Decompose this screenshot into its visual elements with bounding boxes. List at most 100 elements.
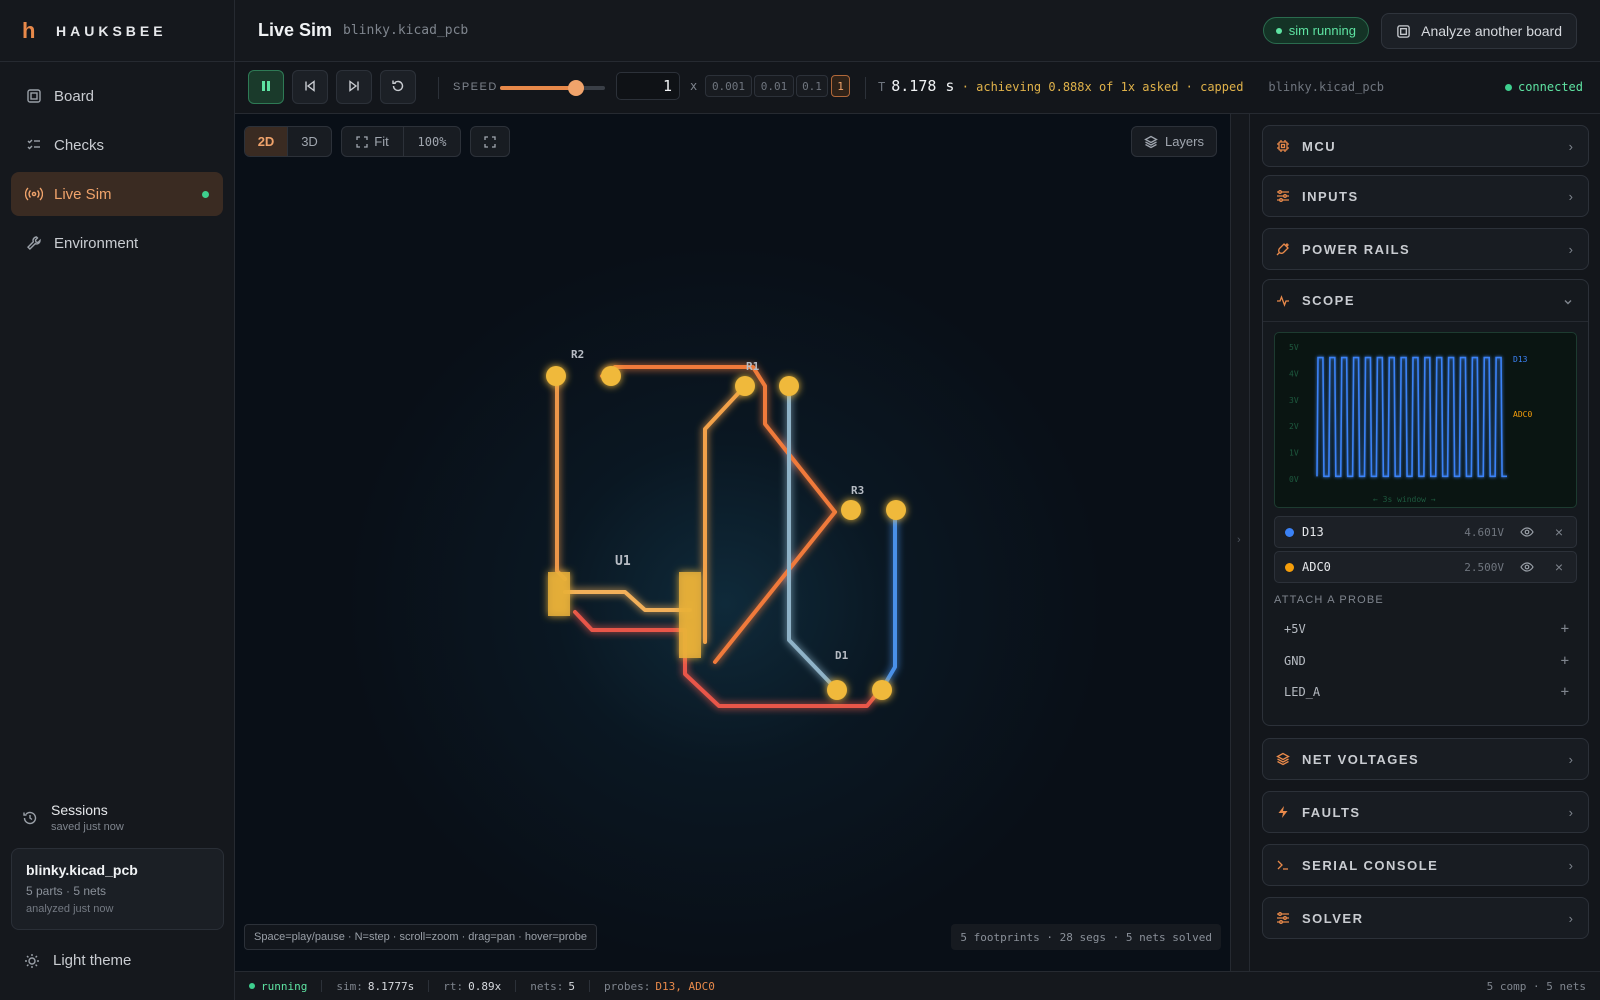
close-icon[interactable]: × <box>1555 559 1563 575</box>
component-summary: 5 comp · 5 nets <box>1486 979 1586 993</box>
trace-label-d13: D13 <box>1513 355 1528 364</box>
toolbar-divider <box>865 77 866 99</box>
pad-r3-1 <box>841 500 861 520</box>
view-3d-button[interactable]: 3D <box>288 127 331 156</box>
session-card[interactable]: blinky.kicad_pcb 5 parts · 5 nets analyz… <box>11 848 224 930</box>
section-label: MCU <box>1302 138 1337 154</box>
attach-probe-5v[interactable]: +5V + <box>1284 621 1569 637</box>
probe-row-adc0[interactable]: ADC0 2.500V × <box>1274 551 1577 583</box>
plus-icon[interactable]: + <box>1561 653 1569 669</box>
sidebar-item-board[interactable]: Board <box>11 74 223 118</box>
zoom-controls: Fit 100% <box>341 126 461 157</box>
sessions-header[interactable]: Sessions saved just now <box>22 802 124 833</box>
sliders-icon <box>1276 189 1292 203</box>
attach-probe-led-a[interactable]: LED_A + <box>1284 684 1569 700</box>
layers-button[interactable]: Layers <box>1130 126 1217 157</box>
pad-r1-1 <box>735 376 755 396</box>
section-label: SERIAL CONSOLE <box>1302 857 1439 873</box>
nets-label: nets: <box>530 979 564 993</box>
scope-y-tick: 1V <box>1289 449 1299 458</box>
section-solver[interactable]: SOLVER › <box>1262 897 1589 939</box>
toolbar-divider <box>438 77 439 99</box>
sim-time-label: sim: <box>336 979 363 993</box>
pad-u1-right <box>679 572 701 658</box>
eye-icon[interactable] <box>1520 526 1534 538</box>
checklist-icon <box>25 136 43 154</box>
trace-d13 <box>1316 356 1507 478</box>
sidebar-item-checks[interactable]: Checks <box>11 123 223 167</box>
speed-slider-handle[interactable] <box>567 80 584 96</box>
speed-slider-fill <box>500 86 576 90</box>
analyze-board-button[interactable]: Analyze another board <box>1381 13 1577 49</box>
view-2d-button[interactable]: 2D <box>245 127 289 156</box>
section-mcu[interactable]: MCU › <box>1262 125 1589 167</box>
reset-button[interactable] <box>380 70 416 104</box>
attach-probe-label: ATTACH A PROBE <box>1274 594 1384 606</box>
pcb-canvas[interactable]: R2 R1 R3 U1 D1 2D 3D Fit 100% Layers Spa… <box>235 114 1230 971</box>
connection-status-label: connected <box>1517 80 1583 94</box>
step-forward-button[interactable] <box>336 70 372 104</box>
probe-name: D13 <box>1302 525 1324 539</box>
chevron-right-icon: › <box>1568 242 1573 257</box>
speed-input[interactable]: 1 <box>616 72 680 100</box>
pause-button[interactable] <box>248 70 284 104</box>
sidebar: h HAUKSBEE Board Checks Live Sim Environ… <box>0 0 235 1000</box>
theme-toggle[interactable]: Light theme <box>24 952 131 969</box>
fit-button[interactable]: Fit <box>342 127 404 156</box>
section-inputs[interactable]: INPUTS › <box>1262 175 1589 217</box>
panel-resize-handle[interactable]: › <box>1230 114 1250 971</box>
sidebar-item-label: Environment <box>54 234 139 252</box>
section-scope: SCOPE 5V 4V 3V 2V 1V 0V D13 ADC0 ← 3s window … <box>1262 279 1589 726</box>
attach-probe-gnd[interactable]: GND + <box>1284 653 1569 669</box>
ref-r3: R3 <box>851 484 864 497</box>
speed-preset-1[interactable]: 1 <box>831 75 850 97</box>
pad-r1-2 <box>779 376 799 396</box>
pcb-render[interactable]: R2 R1 R3 U1 D1 <box>235 114 1230 971</box>
session-title: blinky.kicad_pcb <box>26 862 138 878</box>
fit-icon <box>356 135 368 148</box>
speed-multiplier-x: x <box>690 79 698 93</box>
chevron-down-icon <box>1563 294 1573 310</box>
section-serial-console[interactable]: SERIAL CONSOLE › <box>1262 844 1589 886</box>
analyze-board-label: Analyze another board <box>1421 23 1562 39</box>
trace-net-orange <box>713 510 837 664</box>
chevron-right-icon: › <box>1237 534 1241 546</box>
section-net-voltages[interactable]: NET VOLTAGES › <box>1262 738 1589 780</box>
fullscreen-icon <box>484 135 496 148</box>
plus-icon[interactable]: + <box>1561 684 1569 700</box>
sidebar-item-live-sim[interactable]: Live Sim <box>11 172 223 216</box>
speed-preset-001[interactable]: 0.01 <box>754 75 794 97</box>
fullscreen-control <box>470 126 510 157</box>
section-power-rails[interactable]: POWER RAILS › <box>1262 228 1589 270</box>
sim-time-readout: T 8.178 s · achieving 0.888x of 1x asked … <box>878 77 1243 95</box>
skip-back-button[interactable] <box>292 70 328 104</box>
brand-logo: h <box>22 17 36 43</box>
keyboard-hint: Space=play/pause · N=step · scroll=zoom … <box>244 924 597 950</box>
speed-slider[interactable] <box>500 80 605 96</box>
sim-time-value: 8.1777s <box>367 979 415 993</box>
plus-icon[interactable]: + <box>1561 621 1569 637</box>
probe-row-d13[interactable]: D13 4.601V × <box>1274 516 1577 548</box>
speed-preset-0001[interactable]: 0.001 <box>705 75 752 97</box>
sidebar-item-environment[interactable]: Environment <box>11 221 223 265</box>
status-badge: sim running <box>1262 17 1369 44</box>
eye-icon[interactable] <box>1520 561 1534 573</box>
scope-header[interactable]: SCOPE <box>1263 280 1588 322</box>
zoom-level[interactable]: 100% <box>404 127 460 156</box>
fullscreen-button[interactable] <box>471 127 509 156</box>
view-mode-toggle: 2D 3D <box>244 126 332 157</box>
pad-u1-left <box>548 572 570 616</box>
trace-net-orange <box>703 384 747 644</box>
close-icon[interactable]: × <box>1555 524 1563 540</box>
scope-plot: 5V 4V 3V 2V 1V 0V D13 ADC0 ← 3s window → <box>1289 343 1532 504</box>
speed-preset-01[interactable]: 0.1 <box>796 75 828 97</box>
pad-d1-1 <box>827 680 847 700</box>
oscilloscope-display[interactable]: 5V 4V 3V 2V 1V 0V D13 ADC0 ← 3s window → <box>1274 332 1577 508</box>
page-file: blinky.kicad_pcb <box>343 23 469 38</box>
plug-icon <box>1276 242 1292 256</box>
status-dot <box>249 983 255 989</box>
section-faults[interactable]: FAULTS › <box>1262 791 1589 833</box>
trace-net-blue <box>880 510 897 691</box>
lightning-icon <box>1276 805 1292 819</box>
brand-name: HAUKSBEE <box>56 22 167 39</box>
